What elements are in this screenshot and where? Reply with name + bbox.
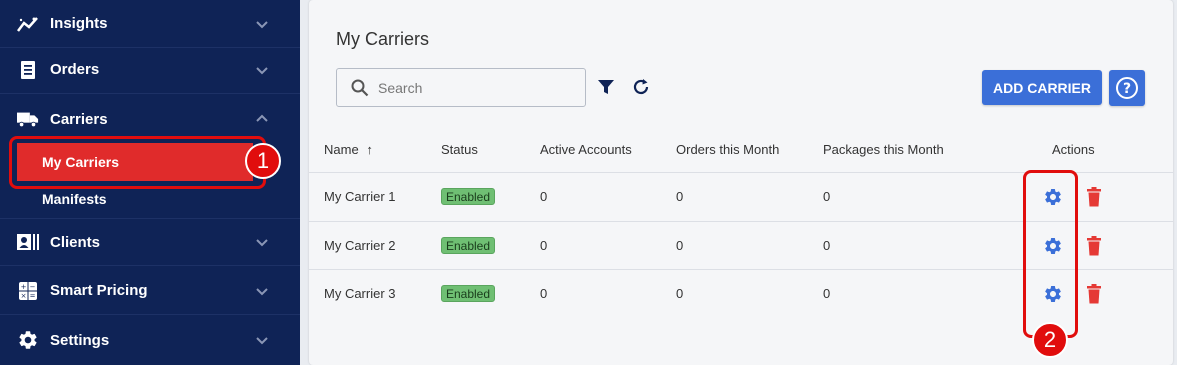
svg-text:=: = xyxy=(30,292,36,300)
sidebar-item-orders[interactable]: Orders xyxy=(0,46,300,94)
sidebar-subitem-label: Manifests xyxy=(42,191,107,207)
document-icon xyxy=(17,59,39,81)
callout-number-2: 2 xyxy=(1032,322,1068,358)
column-header-status: Status xyxy=(441,142,478,157)
column-header-actions: Actions xyxy=(1052,142,1095,157)
cell-orders: 0 xyxy=(676,189,684,204)
truck-icon xyxy=(17,108,39,130)
status-badge: Enabled xyxy=(441,237,495,254)
svg-text:−: − xyxy=(30,283,36,291)
help-icon: ? xyxy=(1116,77,1138,99)
chevron-down-icon xyxy=(256,239,268,247)
status-badge: Enabled xyxy=(441,285,495,302)
refresh-icon[interactable] xyxy=(631,77,651,97)
cell-active-accounts: 0 xyxy=(540,189,548,204)
search-icon xyxy=(351,79,369,97)
svg-text:×: × xyxy=(21,292,27,300)
gear-icon xyxy=(17,329,39,351)
search-box[interactable] xyxy=(336,68,586,107)
cell-packages: 0 xyxy=(823,286,831,301)
chart-line-icon xyxy=(17,13,39,35)
trash-icon[interactable] xyxy=(1087,187,1101,207)
column-header-orders: Orders this Month xyxy=(676,142,780,157)
svg-text:+: + xyxy=(21,283,27,291)
callout-highlight-my-carriers xyxy=(9,136,266,189)
add-carrier-button[interactable]: ADD CARRIER xyxy=(982,70,1102,105)
cell-orders: 0 xyxy=(676,238,684,253)
sidebar-item-smart-pricing[interactable]: + − × = Smart Pricing xyxy=(0,267,300,315)
cell-name: My Carrier 3 xyxy=(324,286,396,301)
cell-active-accounts: 0 xyxy=(540,238,548,253)
svg-text:?: ? xyxy=(1123,81,1131,97)
calculator-icon: + − × = xyxy=(17,280,39,302)
sidebar-item-settings[interactable]: Settings xyxy=(0,316,300,364)
chevron-down-icon xyxy=(256,66,268,74)
callout-number-1: 1 xyxy=(245,143,281,179)
column-header-active-accounts: Active Accounts xyxy=(540,142,632,157)
cell-orders: 0 xyxy=(676,286,684,301)
sidebar-item-label: Orders xyxy=(50,61,100,78)
trash-icon[interactable] xyxy=(1087,284,1101,304)
status-badge: Enabled xyxy=(441,188,495,205)
sidebar-item-label: Settings xyxy=(50,331,110,349)
sidebar-item-label: Insights xyxy=(50,15,108,32)
sidebar-item-label: Clients xyxy=(50,233,101,251)
cell-name: My Carrier 2 xyxy=(324,238,396,253)
cell-name: My Carrier 1 xyxy=(324,189,396,204)
contacts-icon xyxy=(17,231,39,253)
column-header-packages: Packages this Month xyxy=(823,142,944,157)
column-header-name[interactable]: Name ↑ xyxy=(324,142,373,157)
sidebar-item-insights[interactable]: Insights xyxy=(0,0,300,48)
search-input[interactable] xyxy=(378,77,578,99)
sidebar-item-clients[interactable]: Clients xyxy=(0,218,300,266)
sidebar-item-label: Carriers xyxy=(50,110,108,128)
callout-highlight-settings-gears xyxy=(1023,170,1078,338)
page-title: My Carriers xyxy=(336,29,429,49)
filter-icon[interactable] xyxy=(597,78,615,96)
cell-active-accounts: 0 xyxy=(540,286,548,301)
chevron-up-icon xyxy=(256,114,268,122)
cell-packages: 0 xyxy=(823,189,831,204)
chevron-down-icon xyxy=(256,287,268,295)
cell-packages: 0 xyxy=(823,238,831,253)
chevron-down-icon xyxy=(256,20,268,28)
sort-arrow-icon: ↑ xyxy=(366,142,373,157)
help-button[interactable]: ? xyxy=(1109,70,1145,106)
chevron-down-icon xyxy=(256,337,268,345)
trash-icon[interactable] xyxy=(1087,236,1101,256)
sidebar-item-label: Smart Pricing xyxy=(50,282,148,299)
